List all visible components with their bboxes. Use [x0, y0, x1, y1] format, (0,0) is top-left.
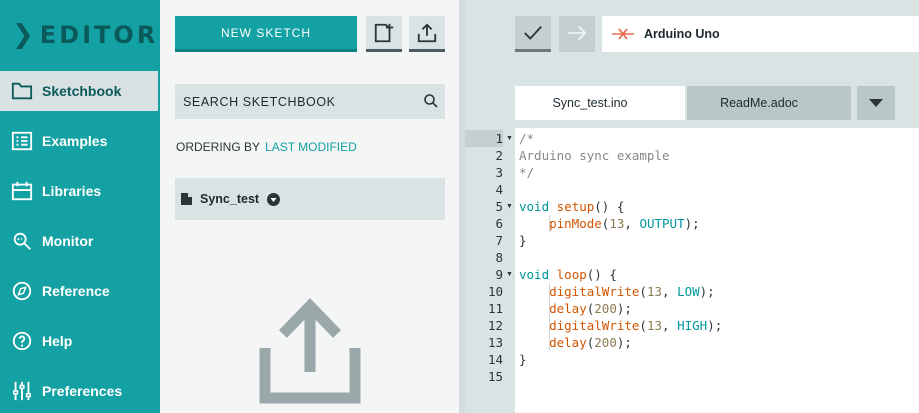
nav-item-examples[interactable]: Examples: [0, 121, 160, 161]
import-button[interactable]: [409, 16, 445, 52]
nav-item-sketchbook[interactable]: Sketchbook: [0, 71, 158, 111]
code-line: void loop() {: [519, 267, 617, 282]
dropdown-circle-icon[interactable]: [267, 192, 281, 206]
line-number: 12: [487, 318, 503, 333]
code-line: }: [519, 352, 527, 367]
nav-item-label: Examples: [42, 133, 108, 149]
line-number: 4: [495, 182, 503, 197]
nav-item-label: Monitor: [42, 233, 94, 249]
help-icon: [0, 330, 40, 352]
code-line: void setup() {: [519, 199, 625, 214]
libraries-icon: [0, 180, 40, 202]
list-icon: [0, 130, 40, 152]
ordering-label: ORDERING BY: [176, 140, 261, 154]
nav-item-libraries[interactable]: Libraries: [0, 171, 160, 211]
line-number: 11: [487, 301, 503, 316]
new-sketch-button[interactable]: NEW SKETCH: [175, 16, 357, 52]
upload-large-icon: [259, 298, 361, 404]
nav-item-label: Libraries: [42, 183, 102, 199]
upload-button[interactable]: [559, 16, 595, 52]
indent-guide: [549, 215, 550, 232]
code-line: pinMode(13, OUTPUT);: [549, 216, 700, 231]
editor-logo: ❯ EDITOR: [12, 20, 158, 50]
caret-down-icon: [869, 99, 883, 107]
code-line: delay(200);: [549, 301, 632, 316]
search-sketchbook-input[interactable]: SEARCH SKETCHBOOK: [175, 84, 445, 119]
logo-text: EDITOR: [39, 21, 159, 49]
nav-item-label: Reference: [42, 283, 110, 299]
line-number: 8: [495, 250, 503, 265]
tab-readme[interactable]: ReadMe.adoc: [687, 86, 851, 120]
line-number: 13: [487, 335, 503, 350]
nav-item-label: Help: [42, 333, 73, 349]
line-number: 14: [487, 352, 503, 367]
new-folder-icon: [374, 23, 394, 42]
sketchbook-panel: NEW SKETCH SEARCH SKETCHBOOK ORDERING BY…: [160, 0, 460, 413]
ordering-link[interactable]: LAST MODIFIED: [265, 140, 357, 154]
code-line: /*: [519, 131, 535, 146]
new-folder-button[interactable]: [366, 16, 402, 52]
tab-label: ReadMe.adoc: [720, 96, 798, 110]
fold-toggle-icon[interactable]: ▼: [506, 130, 514, 147]
line-number: 9: [495, 267, 503, 282]
indent-guide: [549, 283, 550, 351]
line-number: 10: [487, 284, 503, 299]
ordering-row: ORDERING BY LAST MODIFIED: [176, 140, 357, 154]
nav-item-reference[interactable]: Reference: [0, 271, 160, 311]
fold-toggle-icon[interactable]: ▼: [506, 198, 514, 215]
logo-chevron-icon: ❯: [12, 20, 34, 50]
nav-item-help[interactable]: Help: [0, 321, 160, 361]
sliders-icon: [0, 380, 40, 402]
file-icon: [181, 193, 192, 205]
tabs-menu-button[interactable]: [857, 86, 895, 120]
line-number-gutter: 1 ▼ 2 3 4 5 ▼ 6 7 8 9 ▼ 10 11 12 13 14 15: [465, 128, 515, 413]
search-placeholder: SEARCH SKETCHBOOK: [183, 94, 336, 109]
code-editor[interactable]: /* Arduino sync example */ void setup() { p…: [515, 128, 919, 413]
tab-sync-test[interactable]: Sync_test.ino: [515, 86, 685, 120]
nav-item-preferences[interactable]: Preferences: [0, 371, 160, 411]
nav-item-label: Preferences: [42, 383, 123, 399]
code-line: }: [519, 233, 527, 248]
line-number: 15: [487, 369, 503, 384]
fold-toggle-icon[interactable]: ▼: [506, 266, 514, 283]
line-number: 6: [495, 216, 503, 231]
line-number: 3: [495, 165, 503, 180]
check-icon: [524, 25, 542, 40]
verify-button[interactable]: [515, 16, 551, 52]
compass-icon: [0, 280, 40, 302]
line-number: 2: [495, 148, 503, 163]
nav-item-monitor[interactable]: Monitor: [0, 221, 160, 261]
nav-item-label: Sketchbook: [42, 83, 122, 99]
search-icon[interactable]: [423, 93, 439, 109]
line-number: 5: [495, 199, 503, 214]
board-name: Arduino Uno: [644, 27, 720, 41]
sketch-item[interactable]: Sync_test: [175, 178, 445, 220]
folder-icon: [0, 80, 40, 102]
board-disconnected-icon: [612, 28, 634, 40]
sketch-name: Sync_test: [200, 192, 260, 206]
board-selector[interactable]: Arduino Uno: [602, 16, 919, 52]
line-number: 1: [465, 130, 503, 147]
arrow-right-icon: [567, 25, 587, 40]
code-line: */: [519, 165, 535, 180]
monitor-icon: [0, 230, 40, 252]
tab-label: Sync_test.ino: [552, 96, 628, 110]
upload-icon: [417, 22, 437, 42]
code-line: delay(200);: [549, 335, 632, 350]
editor-area: Arduino Uno Sync_test.ino ReadMe.adoc 1 ▼…: [465, 0, 919, 413]
line-number: 7: [495, 233, 503, 248]
side-navigation: ❯ EDITOR Sketchbook Examples Libraries M…: [0, 0, 160, 413]
code-line: Arduino sync example: [519, 148, 670, 163]
